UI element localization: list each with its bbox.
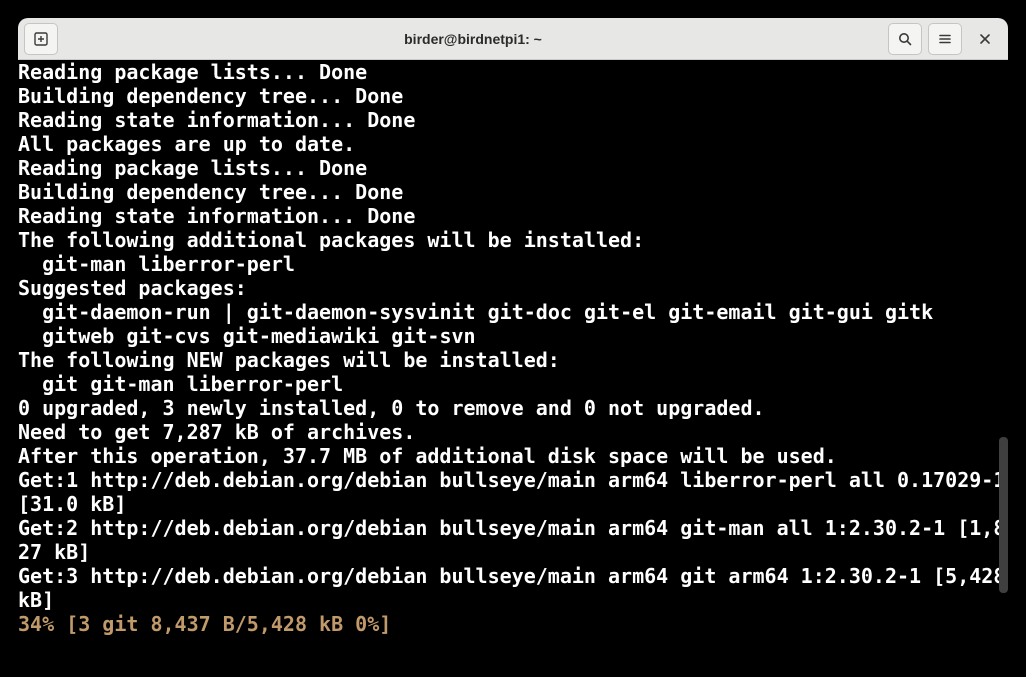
titlebar-right <box>888 23 1002 55</box>
terminal-line: Reading package lists... Done <box>18 156 1008 180</box>
terminal-line: Building dependency tree... Done <box>18 180 1008 204</box>
hamburger-icon <box>937 31 953 47</box>
titlebar-left <box>24 23 58 55</box>
terminal-output: Reading package lists... DoneBuilding de… <box>18 60 1008 636</box>
search-button[interactable] <box>888 23 922 55</box>
terminal-line: Reading state information... Done <box>18 204 1008 228</box>
terminal-line: Reading package lists... Done <box>18 60 1008 84</box>
terminal-line: git-man liberror-perl <box>18 252 1008 276</box>
download-progress-line: 34% [3 git 8,437 B/5,428 kB 0%] <box>18 612 1008 636</box>
terminal-line: Get:2 http://deb.debian.org/debian bulls… <box>18 516 1008 564</box>
terminal-line: All packages are up to date. <box>18 132 1008 156</box>
terminal-window: birder@birdnetpi1: ~ <box>18 18 1008 659</box>
menu-button[interactable] <box>928 23 962 55</box>
new-tab-button[interactable] <box>24 23 58 55</box>
terminal-line: Get:1 http://deb.debian.org/debian bulls… <box>18 468 1008 516</box>
close-icon <box>978 32 992 46</box>
terminal-line: After this operation, 37.7 MB of additio… <box>18 444 1008 468</box>
terminal-line: git-daemon-run | git-daemon-sysvinit git… <box>18 300 1008 324</box>
terminal-line: Need to get 7,287 kB of archives. <box>18 420 1008 444</box>
terminal-line: git git-man liberror-perl <box>18 372 1008 396</box>
terminal-line: The following NEW packages will be insta… <box>18 348 1008 372</box>
terminal-line: Reading state information... Done <box>18 108 1008 132</box>
scrollbar[interactable] <box>999 60 1008 659</box>
terminal-line: Get:3 http://deb.debian.org/debian bulls… <box>18 564 1008 612</box>
window-title: birder@birdnetpi1: ~ <box>58 31 888 47</box>
terminal-area[interactable]: Reading package lists... DoneBuilding de… <box>18 60 1008 659</box>
terminal-line: The following additional packages will b… <box>18 228 1008 252</box>
terminal-line: Building dependency tree... Done <box>18 84 1008 108</box>
titlebar: birder@birdnetpi1: ~ <box>18 18 1008 60</box>
terminal-line: gitweb git-cvs git-mediawiki git-svn <box>18 324 1008 348</box>
close-button[interactable] <box>968 23 1002 55</box>
scrollbar-thumb[interactable] <box>999 437 1008 593</box>
search-icon <box>897 31 913 47</box>
terminal-line: Suggested packages: <box>18 276 1008 300</box>
terminal-line: 0 upgraded, 3 newly installed, 0 to remo… <box>18 396 1008 420</box>
new-tab-icon <box>33 31 49 47</box>
